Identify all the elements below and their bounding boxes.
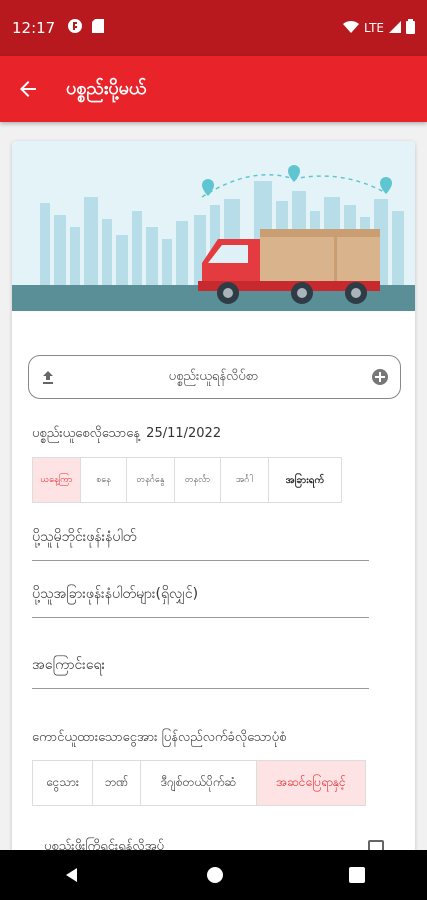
page-title: ပစ္စည်းပို့မယ် bbox=[66, 77, 147, 99]
day-chip-other[interactable]: အခြားရက် bbox=[269, 458, 341, 502]
nav-home-icon[interactable] bbox=[206, 866, 224, 884]
status-right: LTE bbox=[343, 19, 415, 37]
navigation-bar bbox=[0, 850, 427, 900]
refund-convenient[interactable]: အဆင်ပြေရာနှင့် bbox=[257, 761, 365, 805]
battery-icon bbox=[406, 19, 415, 37]
note-field[interactable]: အကြောင်းရေး bbox=[32, 655, 369, 689]
day-chip-tuesday[interactable]: အင်္ဂါ bbox=[221, 458, 269, 502]
upload-icon bbox=[43, 371, 53, 384]
refund-digital[interactable]: ဒီဂျစ်တယ်ပိုက်ဆံ bbox=[141, 761, 257, 805]
day-chip-sunday[interactable]: တနင်္ဂနွေ bbox=[127, 458, 175, 502]
nav-recents-icon[interactable] bbox=[348, 867, 365, 883]
notification-app-icon bbox=[67, 18, 83, 38]
nav-back-icon[interactable] bbox=[63, 866, 81, 884]
refund-method-title: ကောင်ယူထားသောငွေအား ပြန်လည်လက်ခံလိုသောပု… bbox=[32, 730, 287, 745]
form-card: ပစ္စည်းယူရန်လိပ်စာ ပစ္စည်းယူစေလိုသောနေ့ … bbox=[12, 141, 415, 861]
add-location-icon[interactable] bbox=[370, 367, 390, 387]
pickup-date-label: ပစ္စည်းယူစေလိုသောနေ့ bbox=[32, 426, 141, 441]
refund-bank[interactable]: ဘဏ် bbox=[93, 761, 141, 805]
wifi-icon bbox=[343, 20, 360, 37]
pickup-date-value: 25/11/2022 bbox=[146, 426, 222, 441]
refund-cash[interactable]: ငွေသား bbox=[33, 761, 93, 805]
day-chip-monday[interactable]: တနင်္လာ bbox=[175, 458, 221, 502]
status-time: 12:17 bbox=[12, 19, 56, 37]
arrow-back-icon bbox=[20, 81, 36, 97]
status-bar: 12:17 LTE bbox=[0, 0, 427, 56]
network-type: LTE bbox=[364, 21, 384, 35]
sender-phone-field[interactable]: ပို့သူမိုဘိုင်းဖုန်းနံပါတ် bbox=[32, 527, 369, 561]
pickup-address-field[interactable]: ပစ္စည်းယူရန်လိပ်စာ bbox=[28, 355, 401, 399]
app-bar: ပစ္စည်းပို့မယ် bbox=[0, 56, 427, 122]
day-chip-today[interactable]: ယနေ့ကြာ bbox=[33, 458, 81, 502]
signal-icon bbox=[389, 20, 401, 36]
pickup-address-label: ပစ္စည်းယူရန်လိပ်စာ bbox=[168, 368, 259, 384]
day-chip-saturday[interactable]: စနေ bbox=[81, 458, 127, 502]
pickup-date: ပစ္စည်းယူစေလိုသောနေ့ 25/11/2022 bbox=[32, 425, 223, 444]
back-button[interactable] bbox=[0, 56, 56, 122]
refund-method-selector: ငွေသား ဘဏ် ဒီဂျစ်တယ်ပိုက်ဆံ အဆင်ပြေရာနှင… bbox=[32, 760, 366, 806]
day-selector: ယနေ့ကြာ စနေ တနင်္ဂနွေ တနင်္လာ အင်္ဂါ အခြ… bbox=[32, 457, 342, 503]
delivery-truck-banner bbox=[12, 141, 415, 311]
other-phones-field[interactable]: ပို့သူအခြားဖုန်းနံပါတ်များ(ရှိလျှင်) bbox=[32, 584, 369, 618]
sd-card-icon bbox=[91, 18, 105, 38]
